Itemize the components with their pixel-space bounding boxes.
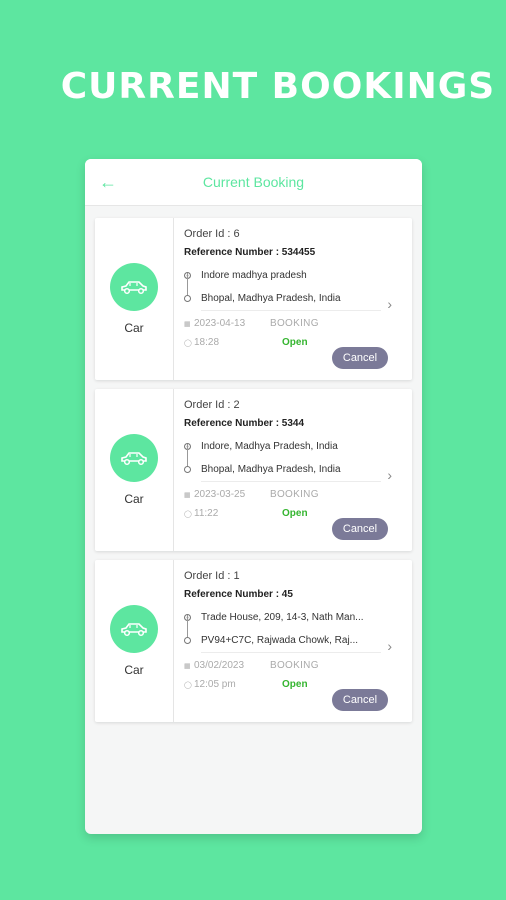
date-row: ▦ 2023-03-25 BOOKING xyxy=(184,488,412,501)
booking-card[interactable]: Car Order Id : 6 Reference Number : 5344… xyxy=(95,218,412,380)
calendar-icon: ▦ xyxy=(184,491,191,499)
app-bar: ← Current Booking xyxy=(85,159,422,206)
vehicle-label: Car xyxy=(124,663,144,677)
booking-list: Car Order Id : 6 Reference Number : 5344… xyxy=(85,206,422,722)
chevron-right-icon[interactable]: › xyxy=(387,638,392,654)
route-line xyxy=(187,615,188,637)
drop-stop: Bhopal, Madhya Pradesh, India xyxy=(184,287,412,310)
phone-screen: ← Current Booking Car Order Id : 6 Refer… xyxy=(85,159,422,834)
drop-address: Bhopal, Madhya Pradesh, India xyxy=(201,464,341,475)
drop-stop: Bhopal, Madhya Pradesh, India xyxy=(184,458,412,481)
order-id: Order Id : 1 xyxy=(184,570,240,582)
route-line xyxy=(187,273,188,295)
booking-date: 2023-04-13 xyxy=(194,318,246,329)
clock-icon: ◯ xyxy=(184,339,192,347)
vehicle-panel: Car xyxy=(95,560,174,722)
vehicle-label: Car xyxy=(124,321,144,335)
date-row: ▦ 2023-04-13 BOOKING xyxy=(184,317,412,330)
pickup-stop: Trade House, 209, 14-3, Nath Man... xyxy=(184,606,412,629)
route: Indore madhya pradesh Bhopal, Madhya Pra… xyxy=(184,264,412,311)
route-line xyxy=(187,444,188,466)
booking-card[interactable]: Car Order Id : 2 Reference Number : 5344… xyxy=(95,389,412,551)
calendar-icon: ▦ xyxy=(184,320,191,328)
booking-time: 12:05 pm xyxy=(194,679,236,690)
open-status: Open xyxy=(282,508,308,519)
reference-number: Reference Number : 5344 xyxy=(184,418,305,429)
car-icon xyxy=(110,605,158,653)
vehicle-panel: Car xyxy=(95,218,174,380)
car-icon xyxy=(110,263,158,311)
booking-card[interactable]: Car Order Id : 1 Reference Number : 45 T… xyxy=(95,560,412,722)
divider xyxy=(201,481,381,482)
booking-details: Order Id : 2 Reference Number : 5344 Ind… xyxy=(174,389,412,551)
order-id: Order Id : 2 xyxy=(184,399,240,411)
chevron-right-icon[interactable]: › xyxy=(387,467,392,483)
date-row: ▦ 03/02/2023 BOOKING xyxy=(184,659,412,672)
booking-details: Order Id : 1 Reference Number : 45 Trade… xyxy=(174,560,412,722)
divider xyxy=(201,652,381,653)
page-title: Current Booking xyxy=(202,174,305,190)
divider xyxy=(201,310,381,311)
open-status: Open xyxy=(282,337,308,348)
reference-number: Reference Number : 45 xyxy=(184,589,293,600)
drop-address: Bhopal, Madhya Pradesh, India xyxy=(201,293,341,304)
vehicle-label: Car xyxy=(124,492,144,506)
booking-time: 18:28 xyxy=(194,337,220,348)
booking-time: 11:22 xyxy=(194,508,219,519)
cancel-button[interactable]: Cancel xyxy=(332,347,388,369)
drop-dot-icon xyxy=(184,637,191,644)
drop-dot-icon xyxy=(184,466,191,473)
booking-status: BOOKING xyxy=(270,318,319,329)
booking-details: Order Id : 6 Reference Number : 534455 I… xyxy=(174,218,412,380)
booking-date: 2023-03-25 xyxy=(194,489,246,500)
cancel-button[interactable]: Cancel xyxy=(332,518,388,540)
chevron-right-icon[interactable]: › xyxy=(387,296,392,312)
car-icon xyxy=(110,434,158,482)
clock-icon: ◯ xyxy=(184,510,192,518)
pickup-address: Trade House, 209, 14-3, Nath Man... xyxy=(201,612,364,623)
calendar-icon: ▦ xyxy=(184,662,191,670)
pickup-stop: Indore madhya pradesh xyxy=(184,264,412,287)
pickup-stop: Indore, Madhya Pradesh, India xyxy=(184,435,412,458)
cancel-button[interactable]: Cancel xyxy=(332,689,388,711)
order-id: Order Id : 6 xyxy=(184,228,240,240)
reference-number: Reference Number : 534455 xyxy=(184,247,316,258)
booking-date: 03/02/2023 xyxy=(194,660,245,671)
vehicle-panel: Car xyxy=(95,389,174,551)
clock-icon: ◯ xyxy=(184,681,192,689)
drop-dot-icon xyxy=(184,295,191,302)
route: Trade House, 209, 14-3, Nath Man... PV94… xyxy=(184,606,412,653)
route: Indore, Madhya Pradesh, India Bhopal, Ma… xyxy=(184,435,412,482)
open-status: Open xyxy=(282,679,308,690)
pickup-address: Indore, Madhya Pradesh, India xyxy=(201,441,338,452)
booking-status: BOOKING xyxy=(270,660,319,671)
booking-status: BOOKING xyxy=(270,489,319,500)
pickup-address: Indore madhya pradesh xyxy=(201,270,307,281)
drop-stop: PV94+C7C, Rajwada Chowk, Raj... xyxy=(184,629,412,652)
headline: CURRENT BOOKINGS xyxy=(60,66,496,107)
drop-address: PV94+C7C, Rajwada Chowk, Raj... xyxy=(201,635,359,646)
